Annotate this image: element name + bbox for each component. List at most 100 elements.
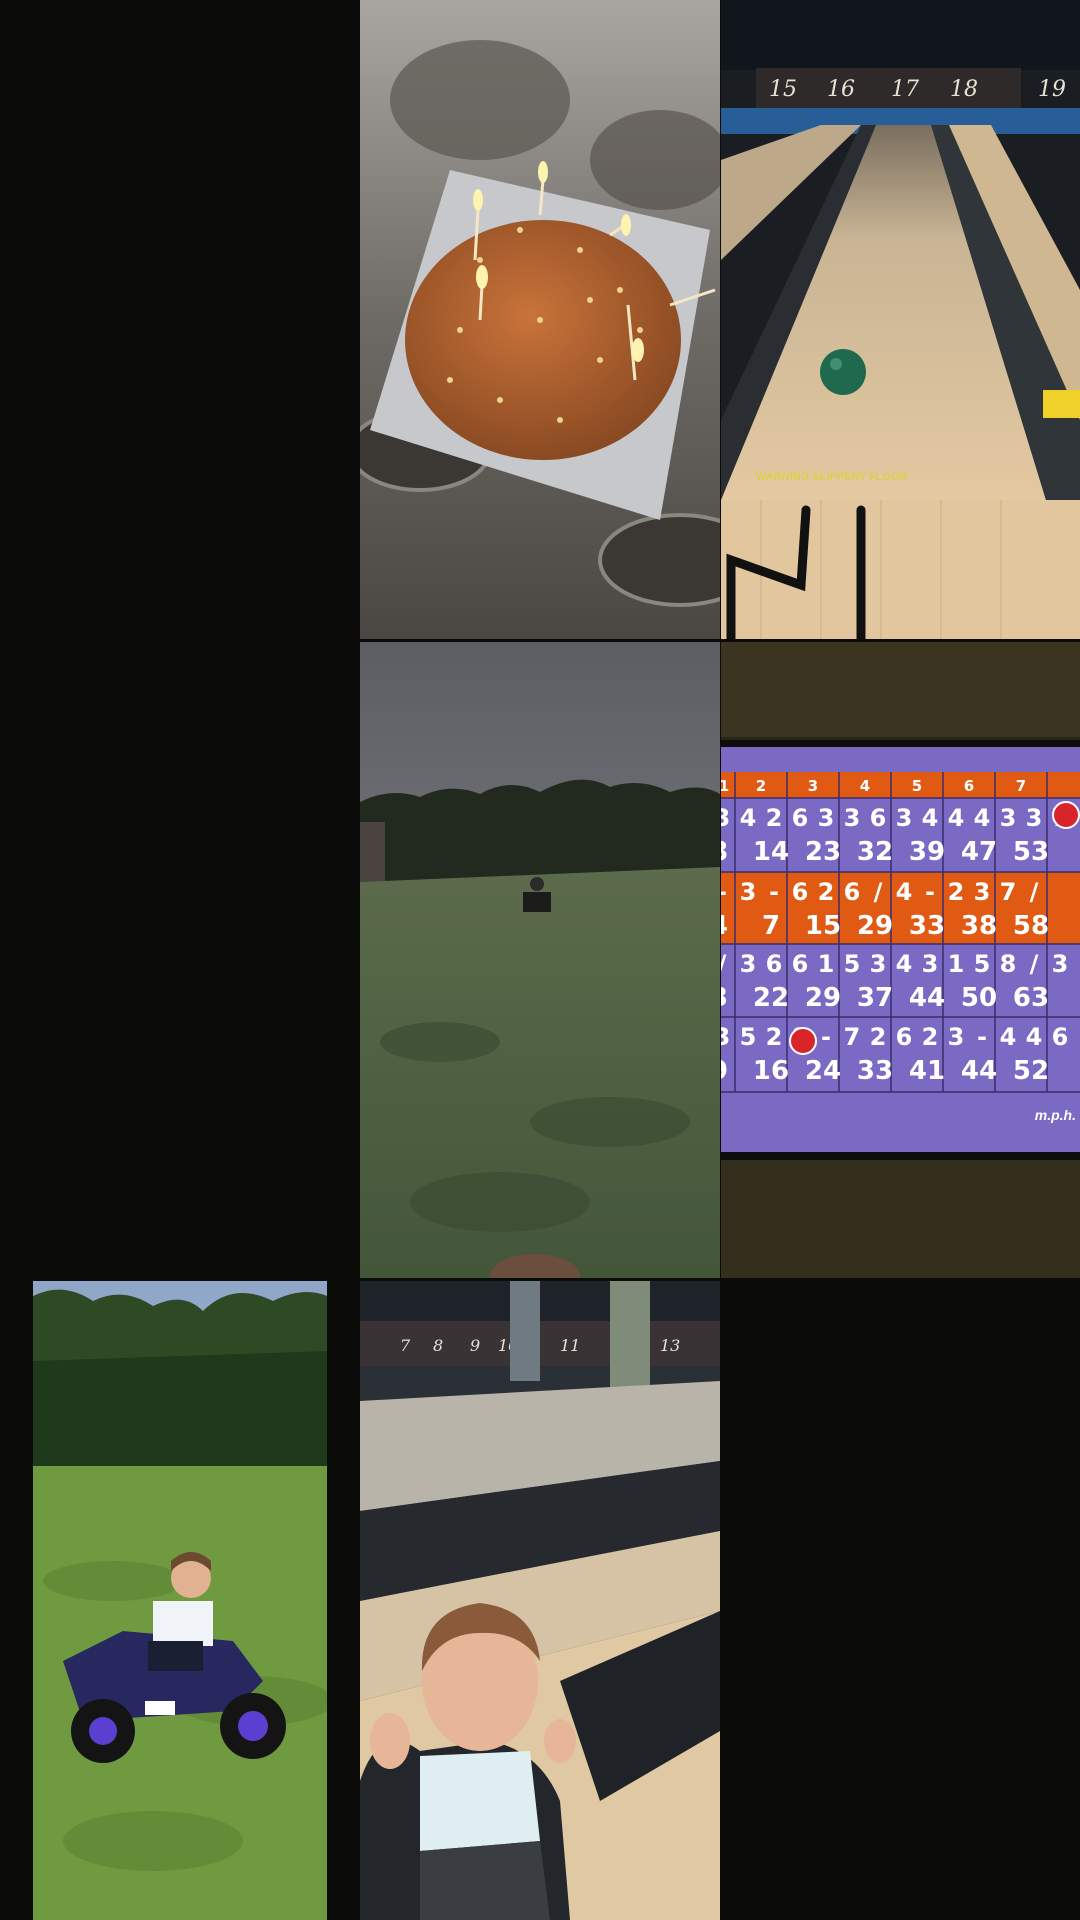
score-roll: 2: [766, 1023, 783, 1051]
score-roll: 3: [1052, 950, 1069, 978]
lane-number: 7: [400, 1336, 411, 1355]
scoreboard-photo: 1 2 3 4 5 6 7 34263363444337-3-626/4-237…: [721, 642, 1080, 1278]
score-roll: /: [874, 878, 883, 906]
score-roll: -: [821, 1023, 831, 1051]
score-roll: 3: [974, 878, 991, 906]
score-roll: 3: [721, 804, 730, 832]
lane-number: 11: [560, 1336, 580, 1355]
score-roll: 4: [974, 804, 991, 832]
score-total: 44: [909, 983, 945, 1013]
score-total: 4: [721, 911, 728, 941]
score-total: 9: [721, 1056, 728, 1086]
score-roll: 3: [896, 804, 913, 832]
score-total: 16: [753, 1056, 789, 1086]
score-total: 7: [762, 911, 780, 941]
score-total: 29: [805, 983, 841, 1013]
score-roll: 7: [1000, 878, 1017, 906]
lane-number: 8: [433, 1336, 443, 1355]
score-roll: 5: [740, 1023, 757, 1051]
score-total: 29: [857, 911, 893, 941]
frame-number: 5: [912, 777, 922, 795]
score-roll: 2: [870, 1023, 887, 1051]
lane-number: 9: [470, 1336, 480, 1355]
frame-number: 1: [721, 777, 729, 795]
photo-tile-birthday-cake[interactable]: [360, 0, 720, 639]
score-roll: 3: [870, 950, 887, 978]
photo-tile-quad-field[interactable]: [360, 642, 720, 1278]
floor-warning-text: WARNING SLIPPERY FLOOR: [756, 471, 908, 483]
score-roll: 3: [818, 804, 835, 832]
score-total: 8: [721, 837, 728, 867]
photo-tile-scoreboard[interactable]: 1 2 3 4 5 6 7 34263363444337-3-626/4-237…: [721, 642, 1080, 1278]
frame-number: 6: [964, 777, 974, 795]
score-roll: -: [925, 878, 935, 906]
score-roll: /: [1030, 878, 1039, 906]
frame-number: 2: [756, 777, 766, 795]
score-total: 63: [1013, 983, 1049, 1013]
score-roll: 5: [974, 950, 991, 978]
score-roll: /: [1030, 950, 1039, 978]
scoreboard-watermark: m.p.h.: [1035, 1107, 1076, 1123]
score-roll: 3: [740, 878, 757, 906]
score-roll: 6: [844, 878, 861, 906]
score-total: 15: [805, 911, 841, 941]
score-total: 24: [805, 1056, 841, 1086]
score-total: 39: [909, 837, 945, 867]
score-roll: 3: [1000, 804, 1017, 832]
lane-number: 15: [769, 77, 797, 102]
score-roll: 3: [844, 804, 861, 832]
score-total: 3: [721, 983, 728, 1013]
score-roll: 4: [896, 950, 913, 978]
score-roll: 5: [844, 950, 861, 978]
score-total: 50: [961, 983, 997, 1013]
score-total: 14: [753, 837, 789, 867]
score-roll: 2: [766, 804, 783, 832]
photo-tile-boy-bowling[interactable]: 7 8 9 10 11 13: [360, 1281, 720, 1920]
photo-tile-boy-quad[interactable]: [33, 1281, 327, 1920]
score-roll: 3: [1026, 804, 1043, 832]
score-roll: 4: [1026, 1023, 1043, 1051]
lane-number: 13: [660, 1336, 680, 1355]
score-total: 38: [961, 911, 997, 941]
score-total: 41: [909, 1056, 945, 1086]
score-roll: 6: [870, 804, 887, 832]
score-roll: 6: [766, 950, 783, 978]
score-total: 33: [909, 911, 945, 941]
frame-number: 7: [1016, 777, 1026, 795]
lane-number: 18: [950, 77, 978, 102]
score-roll: 1: [818, 950, 835, 978]
score-roll: 3: [721, 1023, 730, 1051]
lane-number: 16: [827, 77, 855, 102]
score-total: 47: [961, 837, 997, 867]
frame-number: 3: [808, 777, 818, 795]
score-roll: -: [769, 878, 779, 906]
score-roll: 3: [740, 950, 757, 978]
score-roll: 6: [792, 950, 809, 978]
score-total: 23: [805, 837, 841, 867]
score-roll: -: [721, 878, 727, 906]
score-total: 32: [857, 837, 893, 867]
score-total: 22: [753, 983, 789, 1013]
score-total: 58: [1013, 911, 1049, 941]
field-photo: [360, 642, 720, 1278]
score-total: 53: [1013, 837, 1049, 867]
photo-tile-bowling-lane[interactable]: 15 16 17 18 19 WARNING SLIPPERY FLOOR: [721, 0, 1080, 639]
score-roll: 4: [922, 804, 939, 832]
score-roll: 4: [896, 878, 913, 906]
lane-number: 17: [891, 77, 919, 102]
score-roll: 8: [1000, 950, 1017, 978]
score-roll: 2: [922, 1023, 939, 1051]
score-roll: 2: [948, 878, 965, 906]
score-roll: 4: [1000, 1023, 1017, 1051]
score-roll: 1: [948, 950, 965, 978]
score-roll: /: [721, 950, 727, 978]
boy-quad-photo: [33, 1281, 327, 1920]
score-roll: 6: [896, 1023, 913, 1051]
score-roll: 6: [792, 878, 809, 906]
score-total: 52: [1013, 1056, 1049, 1086]
score-roll: 3: [922, 950, 939, 978]
birthday-cake-photo: [360, 0, 720, 639]
score-roll: 7: [844, 1023, 861, 1051]
frame-number: 4: [860, 777, 870, 795]
score-total: 44: [961, 1056, 997, 1086]
